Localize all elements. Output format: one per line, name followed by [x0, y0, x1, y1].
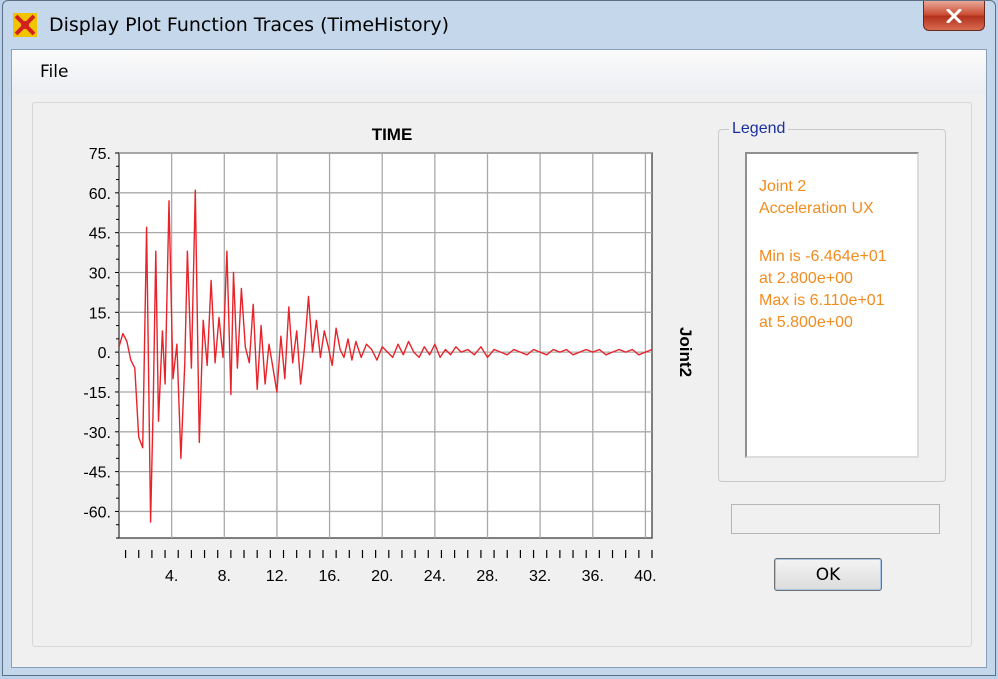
dialog-client-area: File TIME Joint2 75. 60. 45. 30. 15. 0. -15. -3… — [11, 49, 987, 668]
close-button[interactable] — [923, 1, 985, 31]
legend-line-blank — [759, 220, 917, 246]
x-tick-label: 20. — [371, 568, 393, 585]
x-tick-label: 12. — [266, 568, 288, 585]
x-tick-label: 16. — [318, 568, 340, 585]
y-tick-label: -30. — [83, 425, 111, 442]
legend-group: Legend Joint 2 Acceleration UX Min is -6… — [718, 120, 946, 482]
x-tick-label: 40. — [634, 568, 656, 585]
y-tick-label: 0. — [98, 345, 111, 362]
x-tick-label: 36. — [582, 568, 604, 585]
chart-title: TIME — [372, 125, 413, 144]
y-tick-label: 60. — [89, 186, 111, 203]
legend-caption: Legend — [729, 120, 789, 138]
y-tick-label: 75. — [89, 146, 111, 163]
window-title: Display Plot Function Traces (TimeHistor… — [49, 14, 450, 36]
plot-area — [118, 152, 653, 539]
y-tick-label: 45. — [89, 226, 111, 243]
y-tick-label: -60. — [83, 504, 111, 521]
y-tick-label: 30. — [89, 265, 111, 282]
legend-line-max: Max is 6.110e+01 — [759, 292, 885, 309]
legend-line-min-at: at 2.800e+00 — [759, 270, 853, 287]
chart-y-axis-label: Joint2 — [676, 327, 695, 377]
x-tick-label: 28. — [476, 568, 498, 585]
x-tick-label: 8. — [218, 568, 231, 585]
legend-line-max-at: at 5.800e+00 — [759, 314, 853, 331]
y-tick-label: -15. — [83, 385, 111, 402]
title-bar[interactable]: Display Plot Function Traces (TimeHistor… — [3, 1, 995, 51]
ok-button[interactable]: OK — [774, 558, 882, 591]
x-tick-label: 4. — [165, 568, 178, 585]
status-field — [731, 504, 940, 534]
close-icon — [946, 8, 962, 23]
legend-line-quantity: Acceleration UX — [759, 200, 874, 217]
x-tick-label: 32. — [529, 568, 551, 585]
app-icon — [13, 13, 37, 37]
dialog-window: Display Plot Function Traces (TimeHistor… — [2, 0, 996, 676]
legend-text-box: Joint 2 Acceleration UX Min is -6.464e+0… — [745, 152, 919, 458]
time-history-chart: TIME Joint2 75. 60. 45. 30. 15. 0. -15. -30. -45… — [83, 125, 695, 585]
y-tick-label: 15. — [89, 305, 111, 322]
legend-line-min: Min is -6.464e+01 — [759, 248, 887, 265]
legend-line-joint: Joint 2 — [759, 178, 807, 195]
y-tick-label: -45. — [83, 465, 111, 482]
x-tick-label: 24. — [424, 568, 446, 585]
